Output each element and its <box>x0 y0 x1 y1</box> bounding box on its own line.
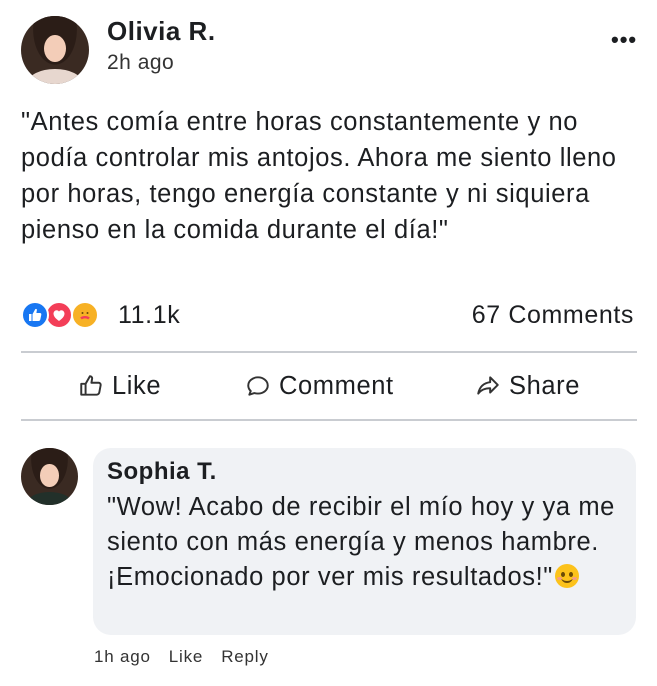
post-text: "Antes comía entre horas constantemente … <box>21 108 617 244</box>
divider <box>21 351 637 353</box>
comment-button[interactable]: Comment <box>245 367 394 405</box>
post-author[interactable]: Olivia R. <box>107 16 216 47</box>
thumbs-up-icon <box>80 375 102 396</box>
comment-like-link[interactable]: Like <box>169 647 203 667</box>
like-button[interactable]: Like <box>78 367 161 405</box>
comment-reply-link[interactable]: Reply <box>221 647 268 667</box>
comment-meta: 1h ago Like Reply <box>94 647 287 667</box>
more-options-icon[interactable]: ••• <box>611 27 637 53</box>
comment-text: "Wow! Acabo de recibir el mío hoy y ya m… <box>107 493 615 591</box>
like-button-label: Like <box>112 371 162 400</box>
smiling-face-icon <box>554 564 579 588</box>
share-button-label: Share <box>509 371 581 400</box>
comment-button-label: Comment <box>279 371 394 400</box>
speech-bubble-icon <box>247 376 269 396</box>
commenter-avatar[interactable] <box>21 448 78 505</box>
reaction-count[interactable]: 11.1k <box>118 301 180 330</box>
share-button[interactable]: Share <box>475 367 580 405</box>
like-reaction-icon <box>21 301 49 329</box>
social-post: Olivia R. 2h ago ••• "Antes comía entre … <box>0 0 657 686</box>
share-arrow-icon <box>477 376 499 395</box>
reaction-icons[interactable] <box>21 301 111 331</box>
comment-text-block: "Wow! Acabo de recibir el mío hoy y ya m… <box>107 490 627 595</box>
care-reaction-icon <box>71 301 99 329</box>
post-timestamp[interactable]: 2h ago <box>107 51 174 75</box>
comment-author[interactable]: Sophia T. <box>107 458 217 486</box>
author-avatar[interactable] <box>21 16 89 84</box>
divider <box>21 419 637 421</box>
comment-timestamp[interactable]: 1h ago <box>94 647 151 667</box>
comments-count[interactable]: 67 Comments <box>472 301 634 330</box>
love-reaction-icon <box>45 301 73 329</box>
